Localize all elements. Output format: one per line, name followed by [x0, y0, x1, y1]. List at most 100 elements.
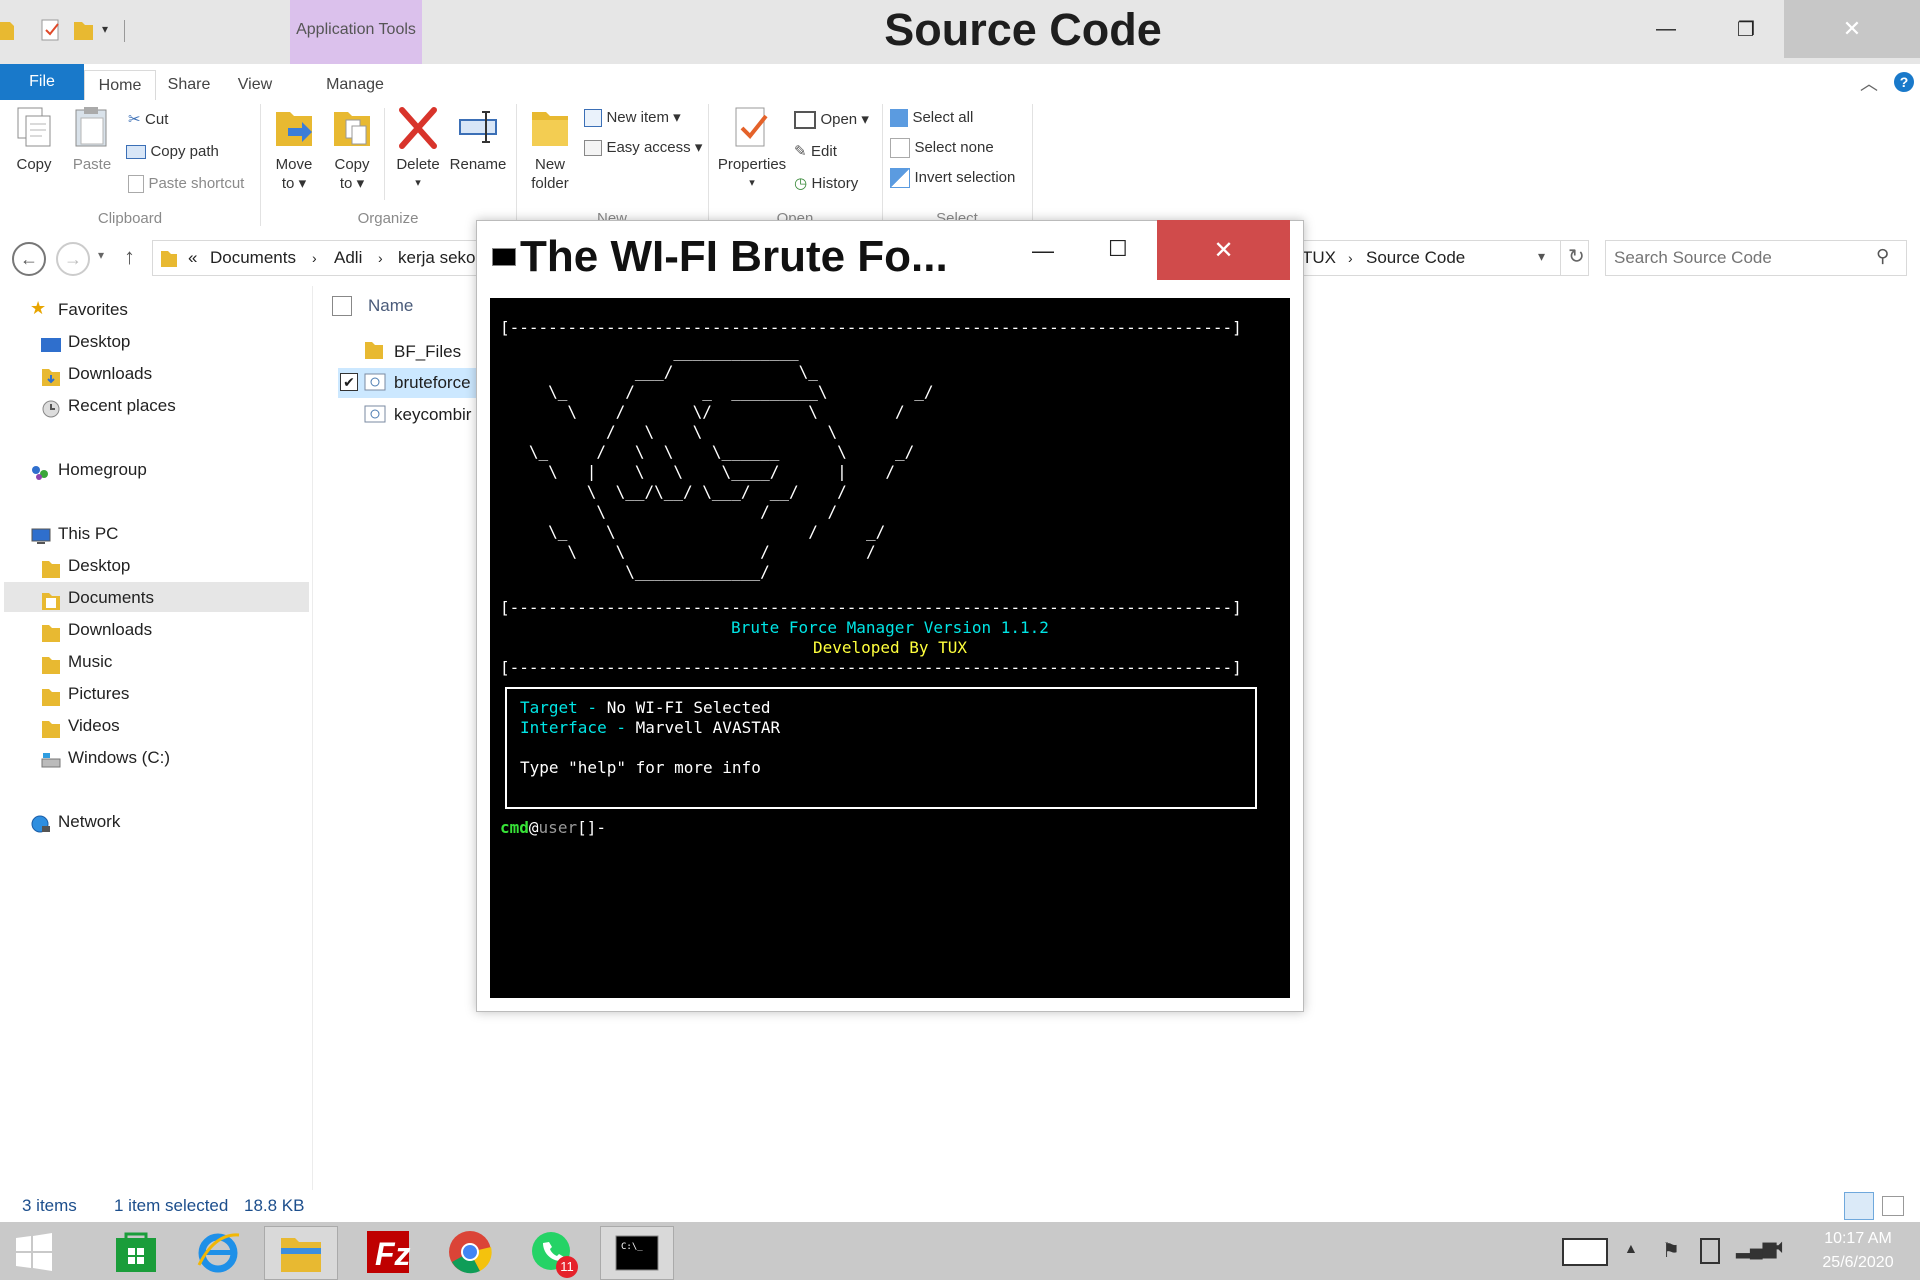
taskbar-chrome[interactable]	[434, 1226, 506, 1278]
copy-path-button[interactable]: Copy path	[126, 142, 219, 162]
nav-pc-videos[interactable]: Videos	[68, 711, 120, 741]
cut-button[interactable]: ✂ Cut	[128, 110, 168, 130]
prompt-cmd: cmd	[500, 818, 529, 837]
copy-button[interactable]: Copy	[8, 106, 60, 174]
nav-network[interactable]: Network	[58, 807, 120, 837]
easy-access-button[interactable]: Easy access ▾	[584, 138, 702, 158]
breadcrumb-overflow[interactable]: «	[188, 248, 197, 268]
file-row-bf-files[interactable]: BF_Files	[394, 342, 461, 362]
clock-time[interactable]: 10:17 AM	[1818, 1230, 1898, 1248]
refresh-icon[interactable]: ↻	[1568, 244, 1585, 269]
tab-manage[interactable]: Manage	[300, 70, 410, 100]
help-icon[interactable]: ?	[1894, 72, 1914, 92]
select-none-button[interactable]: Select none	[890, 138, 994, 158]
downloads-folder-icon	[40, 367, 62, 387]
invert-selection-button[interactable]: Invert selection	[890, 168, 1015, 188]
history-button[interactable]: ◷ History	[794, 174, 858, 194]
volume-icon[interactable]: 🔈︎	[1776, 1236, 1788, 1259]
chrome-icon	[449, 1231, 492, 1274]
paste-shortcut-button[interactable]: Paste shortcut	[128, 174, 244, 194]
minimize-button[interactable]: —	[1626, 0, 1706, 58]
nav-pc-windows-c[interactable]: Windows (C:)	[68, 743, 170, 773]
open-button[interactable]: Open ▾	[794, 110, 869, 130]
copy-icon	[17, 107, 51, 147]
properties-button[interactable]: Properties ▾	[714, 106, 790, 193]
show-hidden-icons[interactable]: ▲	[1624, 1240, 1638, 1256]
nav-homegroup[interactable]: Homegroup	[58, 455, 147, 485]
large-icons-view-icon[interactable]	[1882, 1196, 1904, 1216]
battery-icon[interactable]	[1700, 1238, 1720, 1264]
downloads-folder-icon	[40, 623, 62, 643]
action-center-flag-icon[interactable]: ⚑	[1662, 1238, 1680, 1263]
row-checkbox-checked[interactable]: ✔	[340, 373, 358, 391]
console-maximize-button[interactable]: ☐	[1108, 236, 1128, 262]
nav-pc-documents[interactable]: Documents	[68, 583, 154, 613]
up-arrow-icon[interactable]: ↑	[124, 244, 135, 270]
column-header-name[interactable]: Name	[368, 296, 413, 316]
tab-view[interactable]: View	[224, 70, 286, 100]
address-separator	[1560, 240, 1561, 276]
search-icon[interactable]: ⚲	[1876, 246, 1889, 267]
interface-label: Interface -	[520, 718, 626, 737]
console-prompt[interactable]: cmd@user[]-	[500, 818, 606, 838]
console-banner-developer: Developed By TUX	[812, 638, 968, 657]
history-label: History	[811, 175, 859, 192]
nav-pc-desktop[interactable]: Desktop	[68, 551, 130, 581]
maximize-button[interactable]: ❐	[1706, 0, 1786, 58]
breadcrumb-documents[interactable]: Documents	[210, 248, 296, 268]
search-input[interactable]	[1612, 244, 1866, 272]
console-close-button[interactable]: ✕	[1157, 220, 1290, 280]
invert-selection-label: Invert selection	[914, 169, 1016, 187]
taskbar-whatsapp[interactable]: 11	[516, 1226, 588, 1278]
tab-home[interactable]: Home	[84, 70, 156, 101]
wifi-signal-icon[interactable]: ▂▄▆	[1736, 1238, 1776, 1259]
nav-pc-pictures[interactable]: Pictures	[68, 679, 129, 709]
copy-to-button[interactable]: Copy to ▾	[328, 106, 376, 193]
nav-fav-desktop[interactable]: Desktop	[68, 327, 130, 357]
clock-date[interactable]: 25/6/2020	[1818, 1254, 1898, 1272]
nav-fav-downloads[interactable]: Downloads	[68, 359, 152, 389]
console-minimize-button[interactable]: —	[1032, 238, 1054, 264]
prompt-rest: []-	[577, 818, 606, 837]
nav-pc-music[interactable]: Music	[68, 647, 112, 677]
tab-share[interactable]: Share	[158, 70, 220, 100]
nav-favorites[interactable]: Favorites	[58, 295, 128, 325]
file-row-bruteforce[interactable]: bruteforce	[394, 373, 471, 393]
select-all-button[interactable]: Select all	[890, 108, 973, 128]
breadcrumb-adli[interactable]: Adli	[334, 248, 362, 268]
breadcrumb-tux[interactable]: TUX	[1302, 248, 1336, 268]
rename-icon	[459, 111, 497, 143]
windows-logo-icon	[16, 1233, 52, 1271]
delete-button[interactable]: Delete ▾	[392, 106, 444, 193]
close-button[interactable]: ✕	[1784, 0, 1920, 58]
taskbar-internet-explorer[interactable]	[182, 1226, 254, 1278]
details-view-icon[interactable]	[1844, 1192, 1874, 1220]
taskbar-store[interactable]	[100, 1226, 172, 1278]
rename-button[interactable]: Rename	[448, 106, 508, 174]
breadcrumb-source-code[interactable]: Source Code	[1366, 248, 1465, 268]
paste-button[interactable]: Paste	[66, 106, 118, 174]
taskbar-filezilla[interactable]: Fz	[352, 1226, 424, 1278]
touch-keyboard-icon[interactable]	[1562, 1238, 1608, 1266]
collapse-ribbon-icon[interactable]: ︿	[1860, 70, 1878, 96]
address-dropdown-icon[interactable]: ▾	[1538, 248, 1545, 265]
nav-this-pc[interactable]: This PC	[58, 519, 118, 549]
start-button[interactable]	[4, 1226, 64, 1278]
forward-button[interactable]: →	[56, 242, 90, 276]
taskbar-file-explorer[interactable]	[264, 1226, 338, 1280]
select-all-checkbox[interactable]	[332, 296, 352, 316]
back-button[interactable]: ←	[12, 242, 46, 276]
breadcrumb-kerja-seko[interactable]: kerja seko	[398, 248, 475, 268]
recent-locations-icon[interactable]: ▾	[98, 248, 104, 262]
new-item-button[interactable]: New item ▾	[584, 108, 681, 128]
edit-button[interactable]: ✎ Edit	[794, 142, 837, 162]
status-item-count: 3 items	[22, 1196, 77, 1215]
taskbar-command-prompt[interactable]: C:\_	[600, 1226, 674, 1280]
ribbon-separator	[260, 104, 261, 226]
nav-pc-downloads[interactable]: Downloads	[68, 615, 152, 645]
new-folder-button[interactable]: New folder	[524, 106, 576, 193]
file-row-keycombir[interactable]: keycombir	[394, 405, 471, 425]
move-to-button[interactable]: Move to ▾	[270, 106, 318, 193]
nav-fav-recent-places[interactable]: Recent places	[68, 391, 176, 421]
tab-file[interactable]: File	[0, 64, 84, 100]
